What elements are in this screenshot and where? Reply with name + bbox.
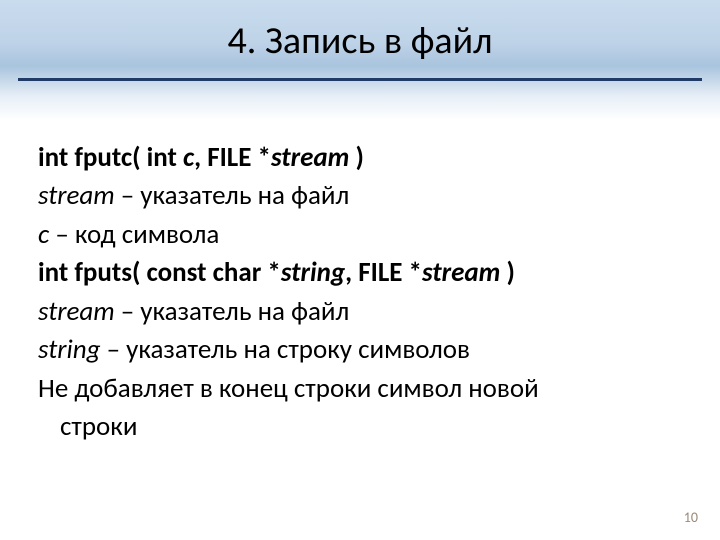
line-1: int fputc( int c, FILE *stream ) [38,140,682,176]
title-rule [18,78,702,81]
l3-i1: c [38,218,49,251]
l3-t1: – код символа [49,218,219,251]
l6-t1: – указатель на строку символов [100,333,469,366]
l4-b3: ) [506,256,514,289]
l4-i1: string [281,256,345,289]
l4-i2: stream [422,256,507,289]
l2-i1: stream [38,179,115,212]
l1-b1: int fputc( int [38,141,183,174]
l5-i1: stream [38,295,115,328]
l1-i1: c [183,141,194,174]
l1-t1: , [194,141,207,174]
line-2: stream – указатель на файл [38,178,682,214]
slide: 4. Запись в файл int fputc( int c, FILE … [0,0,720,540]
line-3: c – код символа [38,217,682,253]
l5-t1: – указатель на файл [115,295,350,328]
l1-b3: ) [355,141,363,174]
l8-t1: строки [60,410,137,443]
line-4: int fputs( const char *string, FILE *str… [38,255,682,291]
line-7: Не добавляет в конец строки символ новой [38,371,682,407]
l2-t1: – указатель на файл [115,179,350,212]
line-8: строки [38,409,682,445]
l1-b2: FILE * [207,141,271,174]
l4-b2: FILE * [358,256,422,289]
l7-t1: Не добавляет в конец строки символ новой [38,372,539,405]
l4-t1: , [345,256,358,289]
line-6: string – указатель на строку символов [38,332,682,368]
slide-title: 4. Запись в файл [0,18,720,64]
body-text: int fputc( int c, FILE *stream ) stream … [38,140,682,448]
l6-i1: string [38,333,100,366]
line-5: stream – указатель на файл [38,294,682,330]
page-number: 10 [684,509,698,526]
l4-b1: int fputs( const char * [38,256,281,289]
l1-i2: stream [271,141,356,174]
